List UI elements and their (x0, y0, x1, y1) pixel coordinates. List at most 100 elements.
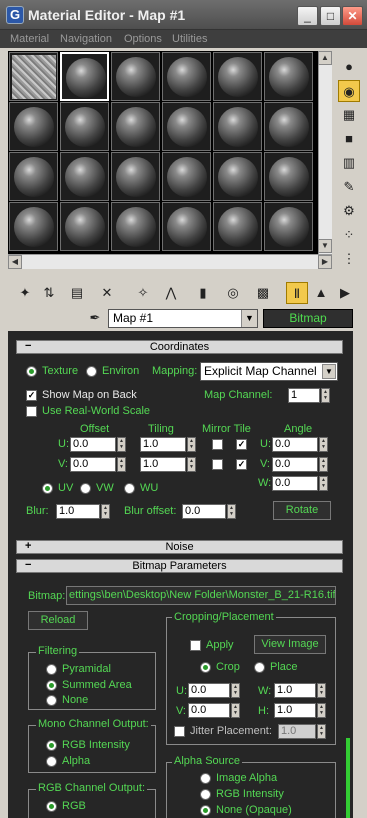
material-slot[interactable] (162, 202, 211, 251)
options-icon[interactable]: ⚙ (338, 200, 360, 222)
backlight-icon[interactable]: ◉ (338, 80, 360, 102)
apply-checkbox[interactable] (190, 640, 201, 651)
close-button[interactable]: ✕ (342, 6, 363, 26)
material-slot[interactable] (162, 102, 211, 151)
material-slot[interactable] (111, 52, 160, 101)
blur-offset-spinner[interactable]: ▲ ▼ (227, 504, 236, 519)
angle-v-field[interactable]: 0.0 (272, 457, 318, 472)
chevron-down-icon[interactable]: ▼ (241, 310, 257, 327)
make-preview-icon[interactable]: ✎ (338, 176, 360, 198)
offset-u-field[interactable]: 0.0 (70, 437, 116, 452)
material-slot[interactable] (264, 52, 313, 101)
tiling-u-spinner[interactable]: ▲ ▼ (187, 437, 196, 452)
angle-u-spinner[interactable]: ▲ ▼ (319, 437, 328, 452)
bitmap-path-button[interactable]: ettings\ben\Desktop\New Folder\Monster_B… (66, 586, 336, 605)
jitter-placement-field[interactable]: 1.0 (278, 724, 316, 739)
copy-material-icon[interactable]: ✧ (132, 282, 154, 304)
material-slot[interactable] (111, 152, 160, 201)
map-name-field[interactable]: Map #1 ▼ (108, 309, 258, 328)
material-slot[interactable] (9, 52, 58, 101)
select-by-material-icon[interactable]: ⁘ (338, 224, 360, 246)
image-alpha-radio[interactable] (200, 773, 211, 784)
texture-radio[interactable] (26, 366, 37, 377)
filter-none-radio[interactable] (46, 695, 57, 706)
summed-area-radio[interactable] (46, 680, 57, 691)
scroll-right-icon[interactable]: ▶ (318, 255, 332, 269)
material-slot[interactable] (162, 152, 211, 201)
offset-u-spinner[interactable]: ▲ ▼ (117, 437, 126, 452)
material-id-channel-icon[interactable]: ◎ (222, 282, 244, 304)
minimize-button[interactable]: _ (297, 6, 318, 26)
material-slot[interactable] (60, 202, 109, 251)
rotate-button[interactable]: Rotate (273, 501, 331, 520)
crop-radio[interactable] (200, 662, 211, 673)
angle-u-field[interactable]: 0.0 (272, 437, 318, 452)
sample-type-icon[interactable]: ● (338, 56, 360, 78)
material-slot[interactable] (60, 52, 109, 101)
material-slot[interactable] (111, 102, 160, 151)
put-to-library-icon[interactable]: ▮ (192, 282, 214, 304)
mapping-dropdown[interactable]: Explicit Map Channel ▼ (200, 362, 338, 381)
angle-w-spinner[interactable]: ▲ ▼ (319, 476, 328, 491)
blur-spinner[interactable]: ▲ ▼ (101, 504, 110, 519)
tiling-v-field[interactable]: 1.0 (140, 457, 186, 472)
crop-h-field[interactable]: 1.0 (274, 703, 316, 718)
place-radio[interactable] (254, 662, 265, 673)
angle-v-spinner[interactable]: ▲ ▼ (319, 457, 328, 472)
go-to-parent-icon[interactable]: ▲ (310, 282, 332, 304)
chevron-down-icon[interactable]: ▼ (322, 364, 336, 379)
pick-material-icon[interactable]: ✒ (84, 307, 106, 329)
maximize-button[interactable]: □ (320, 6, 341, 26)
get-material-icon[interactable]: ✦ (14, 282, 36, 304)
crop-w-spinner[interactable]: ▲ ▼ (317, 683, 326, 698)
crop-w-field[interactable]: 1.0 (274, 683, 316, 698)
noise-rollout-header[interactable]: + Noise (16, 540, 343, 554)
crop-v-field[interactable]: 0.0 (188, 703, 230, 718)
menu-material[interactable]: Material (10, 33, 49, 45)
material-slot[interactable] (213, 202, 262, 251)
mono-alpha-radio[interactable] (46, 756, 57, 767)
coordinates-rollout-header[interactable]: − Coordinates (16, 340, 343, 354)
tiling-u-field[interactable]: 1.0 (140, 437, 186, 452)
pyramidal-radio[interactable] (46, 664, 57, 675)
angle-w-field[interactable]: 0.0 (272, 476, 318, 491)
menu-utilities[interactable]: Utilities (172, 33, 207, 45)
reload-button[interactable]: Reload (28, 611, 88, 630)
menu-navigation[interactable]: Navigation (60, 33, 112, 45)
map-type-button[interactable]: Bitmap (263, 309, 353, 328)
material-slot[interactable] (60, 102, 109, 151)
slots-horizontal-scrollbar[interactable]: ◀ ▶ (8, 254, 332, 269)
mirror-u-checkbox[interactable] (212, 439, 223, 450)
scroll-left-icon[interactable]: ◀ (8, 255, 22, 269)
wu-radio[interactable] (124, 483, 135, 494)
map-channel-spinner[interactable]: ▲ ▼ (321, 388, 330, 403)
material-slot[interactable] (264, 152, 313, 201)
crop-h-spinner[interactable]: ▲ ▼ (317, 703, 326, 718)
show-map-on-back-checkbox[interactable]: ✓ (26, 390, 37, 401)
menu-options[interactable]: Options (124, 33, 162, 45)
video-color-check-icon[interactable]: ▥ (338, 152, 360, 174)
bitmap-parameters-rollout-header[interactable]: − Bitmap Parameters (16, 559, 343, 573)
tiling-v-spinner[interactable]: ▲ ▼ (187, 457, 196, 472)
jitter-placement-checkbox[interactable] (174, 726, 185, 737)
alpha-rgb-intensity-radio[interactable] (200, 789, 211, 800)
slots-vertical-scrollbar[interactable]: ▲ ▼ (318, 51, 332, 254)
material-slot[interactable] (60, 152, 109, 201)
crop-v-spinner[interactable]: ▲ ▼ (231, 703, 240, 718)
vw-radio[interactable] (80, 483, 91, 494)
offset-v-spinner[interactable]: ▲ ▼ (117, 457, 126, 472)
reset-map-icon[interactable]: ✕ (96, 282, 118, 304)
material-slot[interactable] (264, 202, 313, 251)
crop-u-spinner[interactable]: ▲ ▼ (231, 683, 240, 698)
material-map-navigator-icon[interactable]: ⋮ (338, 248, 360, 270)
crop-u-field[interactable]: 0.0 (188, 683, 230, 698)
scroll-up-icon[interactable]: ▲ (318, 51, 332, 65)
show-map-in-viewport-icon[interactable]: ▩ (252, 282, 274, 304)
material-slot[interactable] (213, 102, 262, 151)
background-icon[interactable]: ▦ (338, 104, 360, 126)
offset-v-field[interactable]: 0.0 (70, 457, 116, 472)
blur-offset-field[interactable]: 0.0 (182, 504, 226, 519)
map-channel-field[interactable]: 1 (288, 388, 320, 403)
rollout-scrollbar[interactable] (346, 738, 350, 818)
sample-uv-tiling-icon[interactable]: ■ (338, 128, 360, 150)
